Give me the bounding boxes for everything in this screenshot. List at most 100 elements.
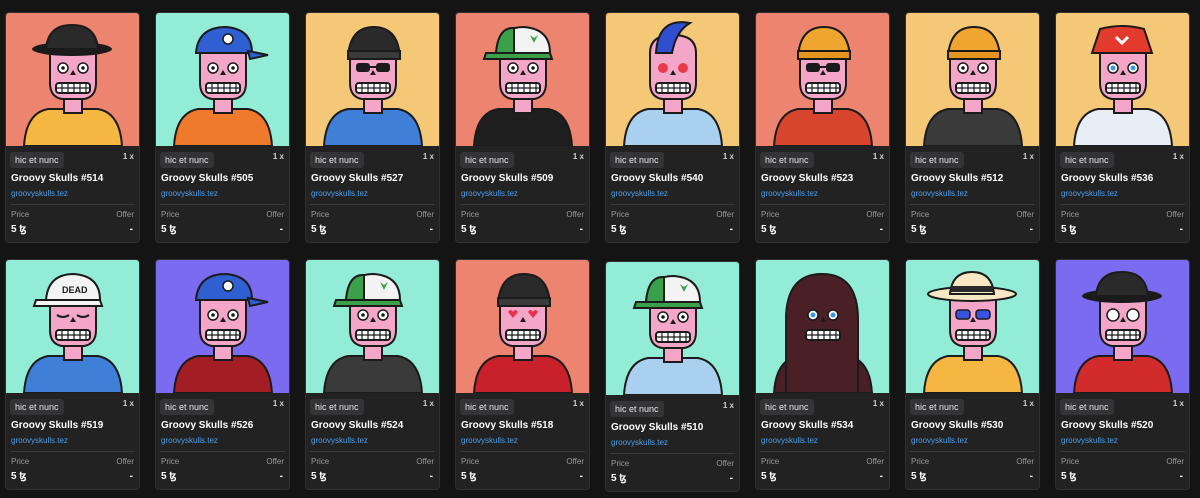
price-value: 5 ꜩ <box>311 471 327 482</box>
nft-card[interactable]: hic et nunc 1 x Groovy Skulls #524 groov… <box>305 259 440 490</box>
creator-link[interactable]: groovyskulls.tez <box>911 189 968 198</box>
nft-title[interactable]: Groovy Skulls #534 <box>761 420 853 431</box>
nft-artwork[interactable] <box>306 13 439 146</box>
nft-card[interactable]: hic et nunc 1 x Groovy Skulls #540 groov… <box>605 12 740 243</box>
nft-card-info: hic et nunc 1 x Groovy Skulls #523 groov… <box>756 146 889 242</box>
nft-card[interactable]: hic et nunc 1 x Groovy Skulls #509 groov… <box>455 12 590 243</box>
platform-badge[interactable]: hic et nunc <box>610 152 664 168</box>
platform-badge[interactable]: hic et nunc <box>760 399 814 415</box>
divider <box>1060 204 1185 205</box>
nft-title[interactable]: Groovy Skulls #510 <box>611 422 703 433</box>
creator-link[interactable]: groovyskulls.tez <box>761 189 818 198</box>
creator-link[interactable]: groovyskulls.tez <box>11 189 68 198</box>
platform-badge[interactable]: hic et nunc <box>160 152 214 168</box>
offer-value: - <box>579 471 583 482</box>
nft-artwork[interactable] <box>756 260 889 393</box>
price-label: Price <box>161 457 180 466</box>
nft-artwork[interactable] <box>456 260 589 393</box>
nft-card[interactable]: hic et nunc 1 x Groovy Skulls #526 groov… <box>155 259 290 490</box>
nft-card[interactable]: hic et nunc 1 x Groovy Skulls #512 groov… <box>905 12 1040 243</box>
creator-link[interactable]: groovyskulls.tez <box>311 436 368 445</box>
nft-artwork[interactable] <box>756 13 889 146</box>
nft-artwork[interactable] <box>906 260 1039 393</box>
platform-badge[interactable]: hic et nunc <box>1060 399 1114 415</box>
nft-card[interactable]: hic et nunc 1 x Groovy Skulls #518 groov… <box>455 259 590 490</box>
platform-badge[interactable]: hic et nunc <box>10 399 64 415</box>
offer-label: Offer <box>716 459 734 468</box>
nft-title[interactable]: Groovy Skulls #518 <box>461 420 553 431</box>
offer-value: - <box>1179 471 1183 482</box>
platform-badge[interactable]: hic et nunc <box>910 152 964 168</box>
creator-link[interactable]: groovyskulls.tez <box>611 438 668 447</box>
creator-link[interactable]: groovyskulls.tez <box>1061 189 1118 198</box>
nft-title[interactable]: Groovy Skulls #530 <box>911 420 1003 431</box>
nft-card[interactable]: hic et nunc 1 x Groovy Skulls #530 groov… <box>905 259 1040 490</box>
creator-link[interactable]: groovyskulls.tez <box>11 436 68 445</box>
creator-link[interactable]: groovyskulls.tez <box>911 436 968 445</box>
platform-badge[interactable]: hic et nunc <box>310 399 364 415</box>
platform-badge[interactable]: hic et nunc <box>460 152 514 168</box>
platform-badge[interactable]: hic et nunc <box>760 152 814 168</box>
nft-title[interactable]: Groovy Skulls #519 <box>11 420 103 431</box>
nft-title[interactable]: Groovy Skulls #523 <box>761 173 853 184</box>
platform-badge[interactable]: hic et nunc <box>910 399 964 415</box>
platform-badge[interactable]: hic et nunc <box>610 401 664 417</box>
nft-card[interactable]: hic et nunc 1 x Groovy Skulls #520 groov… <box>1055 259 1190 490</box>
creator-link[interactable]: groovyskulls.tez <box>311 189 368 198</box>
nft-card-info: hic et nunc 1 x Groovy Skulls #509 groov… <box>456 146 589 242</box>
nft-artwork[interactable]: DEAD <box>6 260 139 393</box>
nft-card[interactable]: hic et nunc 1 x Groovy Skulls #534 groov… <box>755 259 890 490</box>
nft-title[interactable]: Groovy Skulls #505 <box>161 173 253 184</box>
platform-badge[interactable]: hic et nunc <box>460 399 514 415</box>
nft-card[interactable]: hic et nunc 1 x Groovy Skulls #536 groov… <box>1055 12 1190 243</box>
nft-artwork[interactable] <box>1056 13 1189 146</box>
platform-badge[interactable]: hic et nunc <box>1060 152 1114 168</box>
offer-label: Offer <box>266 457 284 466</box>
nft-artwork[interactable] <box>606 13 739 146</box>
nft-title[interactable]: Groovy Skulls #520 <box>1061 420 1153 431</box>
creator-link[interactable]: groovyskulls.tez <box>161 189 218 198</box>
platform-badge[interactable]: hic et nunc <box>310 152 364 168</box>
nft-title[interactable]: Groovy Skulls #514 <box>11 173 103 184</box>
price-label: Price <box>311 457 330 466</box>
nft-title[interactable]: Groovy Skulls #524 <box>311 420 403 431</box>
nft-title[interactable]: Groovy Skulls #540 <box>611 173 703 184</box>
nft-card[interactable]: hic et nunc 1 x Groovy Skulls #505 groov… <box>155 12 290 243</box>
creator-link[interactable]: groovyskulls.tez <box>461 189 518 198</box>
nft-card[interactable]: DEAD hic et nunc 1 x Groovy Skulls #519 … <box>5 259 140 490</box>
nft-artwork[interactable] <box>1056 260 1189 393</box>
edition-count: 1 x <box>122 399 134 408</box>
creator-link[interactable]: groovyskulls.tez <box>761 436 818 445</box>
nft-card[interactable]: hic et nunc 1 x Groovy Skulls #523 groov… <box>755 12 890 243</box>
nft-card[interactable]: hic et nunc 1 x Groovy Skulls #514 groov… <box>5 12 140 243</box>
nft-card-info: hic et nunc 1 x Groovy Skulls #540 groov… <box>606 146 739 242</box>
nft-artwork[interactable] <box>156 260 289 393</box>
nft-card[interactable]: hic et nunc 1 x Groovy Skulls #510 groov… <box>605 261 740 492</box>
nft-title[interactable]: Groovy Skulls #536 <box>1061 173 1153 184</box>
nft-artwork[interactable] <box>156 13 289 146</box>
creator-link[interactable]: groovyskulls.tez <box>461 436 518 445</box>
nft-artwork[interactable] <box>906 13 1039 146</box>
price-value: 5 ꜩ <box>611 224 627 235</box>
price-label: Price <box>461 210 480 219</box>
price-label: Price <box>761 457 780 466</box>
nft-artwork[interactable] <box>606 262 739 395</box>
offer-value: - <box>879 224 883 235</box>
nft-artwork[interactable] <box>306 260 439 393</box>
nft-title[interactable]: Groovy Skulls #512 <box>911 173 1003 184</box>
platform-badge[interactable]: hic et nunc <box>10 152 64 168</box>
creator-link[interactable]: groovyskulls.tez <box>161 436 218 445</box>
divider <box>760 204 885 205</box>
nft-title[interactable]: Groovy Skulls #527 <box>311 173 403 184</box>
nft-artwork[interactable] <box>456 13 589 146</box>
creator-link[interactable]: groovyskulls.tez <box>1061 436 1118 445</box>
nft-card[interactable]: hic et nunc 1 x Groovy Skulls #527 groov… <box>305 12 440 243</box>
nft-title[interactable]: Groovy Skulls #509 <box>461 173 553 184</box>
nft-title[interactable]: Groovy Skulls #526 <box>161 420 253 431</box>
creator-link[interactable]: groovyskulls.tez <box>611 189 668 198</box>
nft-artwork[interactable] <box>6 13 139 146</box>
price-label: Price <box>611 459 630 468</box>
nft-card-info: hic et nunc 1 x Groovy Skulls #510 groov… <box>606 395 739 491</box>
platform-badge[interactable]: hic et nunc <box>160 399 214 415</box>
divider <box>460 451 585 452</box>
